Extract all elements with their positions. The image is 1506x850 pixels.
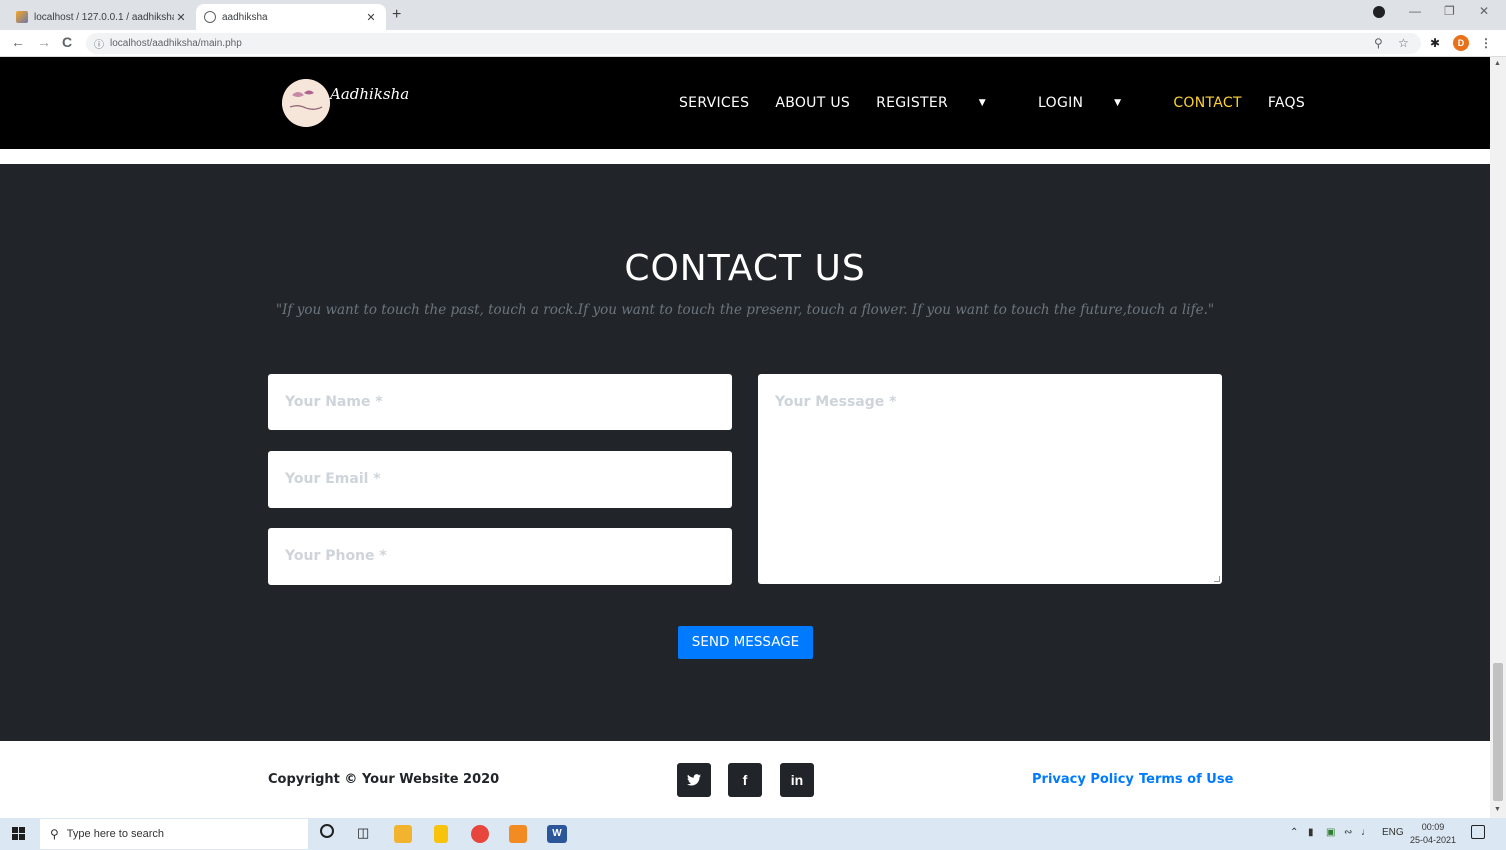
- url-text: localhost/aadhiksha/main.php: [110, 38, 242, 49]
- file-explorer-icon[interactable]: [394, 825, 412, 843]
- globe-icon: [204, 11, 216, 23]
- close-icon[interactable]: ✕: [364, 11, 378, 24]
- minimize-icon[interactable]: —: [1409, 4, 1421, 18]
- browser-tab-aadhiksha[interactable]: aadhiksha ✕: [196, 4, 386, 30]
- tray-chevron-icon[interactable]: ⌃: [1290, 827, 1298, 838]
- message-placeholder: Your Message *: [775, 394, 897, 410]
- phone-input[interactable]: Your Phone *: [268, 528, 732, 585]
- email-input[interactable]: Your Email *: [268, 451, 732, 508]
- wifi-icon[interactable]: ∾: [1344, 827, 1352, 838]
- search-icon: ⚲: [50, 827, 59, 841]
- forward-icon[interactable]: →: [37, 34, 51, 50]
- restore-icon[interactable]: ❐: [1444, 4, 1455, 18]
- send-message-button[interactable]: SEND MESSAGE: [678, 626, 813, 659]
- twitter-button[interactable]: [677, 763, 711, 797]
- task-view-icon[interactable]: ◫: [357, 825, 369, 841]
- contact-section: CONTACT US "If you want to touch the pas…: [0, 164, 1490, 741]
- linkedin-button[interactable]: in: [780, 763, 814, 797]
- battery-icon[interactable]: ▮: [1308, 827, 1314, 838]
- scroll-up-icon[interactable]: ▲: [1494, 60, 1501, 67]
- close-icon[interactable]: ✕: [174, 11, 188, 24]
- tab-search-icon[interactable]: [1373, 6, 1385, 18]
- nav-register-dropdown[interactable]: REGISTER ▼: [876, 95, 1012, 111]
- nav-login-label: LOGIN: [1038, 95, 1084, 111]
- caret-down-icon: ▼: [978, 98, 987, 108]
- scrollbar-thumb[interactable]: [1493, 663, 1503, 801]
- volume-icon[interactable]: ♩: [1361, 827, 1371, 838]
- nav-faqs[interactable]: FAQS: [1268, 95, 1305, 111]
- browser-tab-strip: localhost / 127.0.0.1 / aadhiksha ✕ aadh…: [0, 0, 1506, 30]
- section-heading: CONTACT US: [624, 248, 866, 289]
- site-navbar: Aadhiksha SERVICES ABOUT US REGISTER ▼ L…: [0, 57, 1490, 149]
- resize-handle-icon[interactable]: [1214, 576, 1220, 582]
- back-icon[interactable]: ←: [11, 34, 25, 50]
- scroll-down-icon[interactable]: ▼: [1494, 806, 1501, 813]
- clock-date: 25-04-2021: [1410, 835, 1457, 845]
- copyright-text: Copyright © Your Website 2020: [268, 772, 500, 787]
- name-input[interactable]: Your Name *: [268, 374, 732, 430]
- facebook-button[interactable]: f: [728, 763, 762, 797]
- taskbar-search-box[interactable]: ⚲ Type here to search: [40, 819, 308, 849]
- facebook-icon: f: [742, 772, 748, 788]
- logo-text: Aadhiksha: [330, 85, 410, 103]
- browser-toolbar: ← → C ⓘ localhost/aadhiksha/main.php ⚲ ☆…: [0, 30, 1506, 57]
- privacy-policy-link[interactable]: Privacy Policy: [1032, 772, 1134, 787]
- terms-of-use-link[interactable]: Terms of Use: [1139, 772, 1233, 787]
- taskbar-search-placeholder: Type here to search: [66, 828, 165, 840]
- site-info-icon[interactable]: ⓘ: [94, 36, 104, 51]
- menu-icon[interactable]: ⋮: [1480, 36, 1492, 50]
- word-icon[interactable]: W: [547, 825, 567, 843]
- clock-time: 00:09: [1421, 822, 1445, 832]
- nav-login-dropdown[interactable]: LOGIN ▼: [1038, 95, 1147, 111]
- nav-contact[interactable]: CONTACT: [1173, 95, 1242, 111]
- linkedin-icon: in: [790, 772, 804, 788]
- main-nav: SERVICES ABOUT US REGISTER ▼ LOGIN ▼ CON…: [679, 95, 1331, 111]
- sticky-notes-icon[interactable]: [434, 825, 448, 843]
- twitter-icon: [687, 774, 701, 786]
- windows-taskbar: ⚲ Type here to search ◫ W ⌃ ▮ ▣ ∾ ♩ ENG …: [0, 818, 1506, 850]
- chrome-icon[interactable]: [471, 825, 489, 843]
- address-bar[interactable]: ⓘ localhost/aadhiksha/main.php: [86, 33, 1421, 54]
- section-quote: "If you want to touch the past, touch a …: [275, 302, 1215, 318]
- security-icon[interactable]: ▣: [1326, 827, 1335, 838]
- message-textarea[interactable]: Your Message *: [758, 374, 1222, 584]
- site-logo[interactable]: [282, 79, 330, 127]
- notification-center-icon[interactable]: [1471, 825, 1485, 839]
- window-close-icon[interactable]: ✕: [1479, 4, 1489, 18]
- section-gap: [0, 149, 1490, 164]
- nav-about[interactable]: ABOUT US: [775, 95, 850, 111]
- site-footer: Copyright © Your Website 2020 f in Priva…: [0, 741, 1490, 818]
- bookmark-star-icon[interactable]: ☆: [1398, 36, 1409, 50]
- extensions-icon[interactable]: ✱: [1430, 36, 1440, 50]
- taskbar-clock[interactable]: 00:09 25-04-2021: [1410, 821, 1456, 847]
- new-tab-button[interactable]: +: [392, 6, 401, 24]
- nav-register-label: REGISTER: [876, 95, 949, 111]
- cortana-icon[interactable]: [320, 824, 334, 838]
- language-indicator[interactable]: ENG: [1382, 827, 1404, 838]
- xampp-icon[interactable]: [509, 825, 527, 843]
- nav-services[interactable]: SERVICES: [679, 95, 749, 111]
- browser-tab-phpmyadmin[interactable]: localhost / 127.0.0.1 / aadhiksha ✕: [8, 4, 196, 30]
- profile-avatar[interactable]: D: [1453, 35, 1469, 51]
- zoom-icon[interactable]: ⚲: [1374, 36, 1383, 50]
- caret-down-icon: ▼: [1114, 98, 1122, 108]
- reload-icon[interactable]: C: [62, 34, 72, 50]
- windows-start-icon[interactable]: [12, 827, 25, 840]
- phpmyadmin-icon: [16, 11, 28, 23]
